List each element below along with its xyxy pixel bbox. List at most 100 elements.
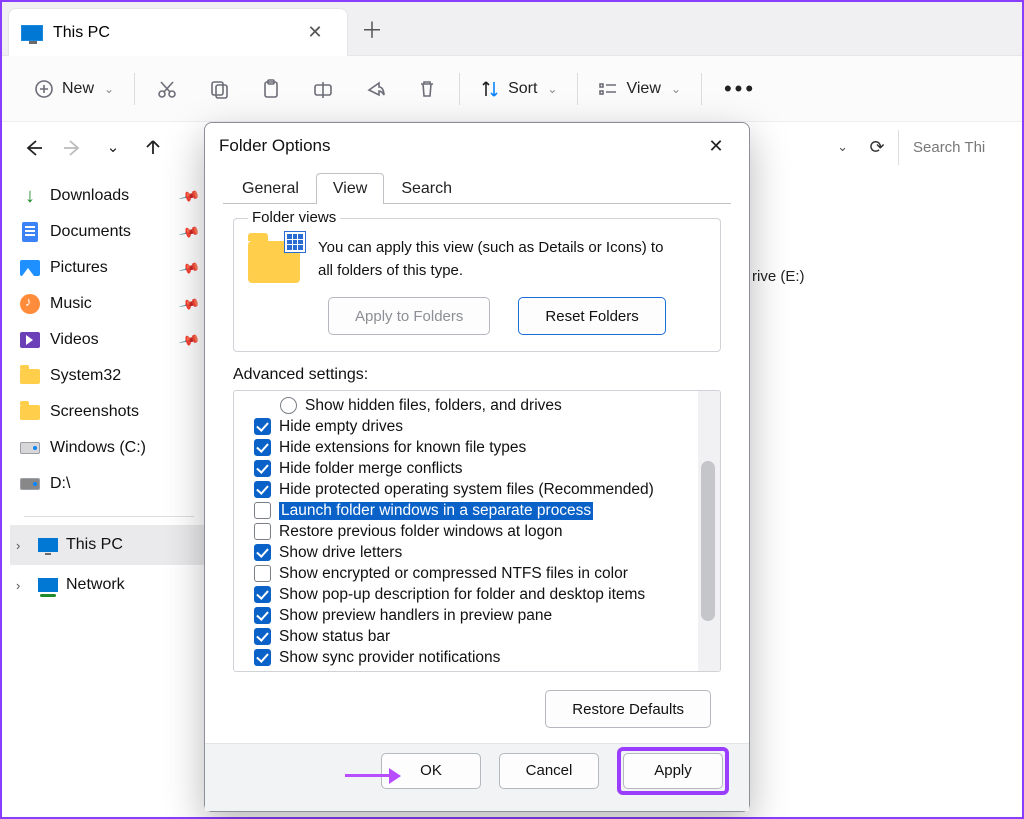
search-input[interactable]: Search Thi <box>898 130 1008 165</box>
advanced-setting-item[interactable]: Show hidden files, folders, and drives <box>254 395 694 416</box>
sidebar-item-system32[interactable]: System32 <box>10 358 212 394</box>
advanced-setting-item[interactable]: Show encrypted or compressed NTFS files … <box>254 563 694 584</box>
folder-options-dialog: Folder Options ✕ General View Search Fol… <box>204 122 750 812</box>
new-tab-button[interactable]: ＋ <box>348 2 396 55</box>
new-button[interactable]: New ⌄ <box>20 69 128 109</box>
advanced-setting-item[interactable]: Hide extensions for known file types <box>254 437 694 458</box>
title-bar: This PC ✕ ＋ <box>2 2 1022 56</box>
checkbox-icon[interactable] <box>254 649 271 666</box>
this-pc-icon <box>21 25 43 41</box>
sidebar-item-documents[interactable]: Documents📌 <box>10 214 212 250</box>
advanced-setting-label: Hide folder merge conflicts <box>279 460 463 478</box>
restore-defaults-button[interactable]: Restore Defaults <box>545 690 711 728</box>
cut-button[interactable] <box>141 69 193 109</box>
dialog-tabs: General View Search <box>205 169 749 203</box>
arrow-up-icon <box>144 138 162 156</box>
advanced-settings-list: Show hidden files, folders, and drivesHi… <box>233 390 721 672</box>
checkbox-icon[interactable] <box>254 460 271 477</box>
drive-e-label[interactable]: rive (E:) <box>752 268 805 285</box>
advanced-setting-item[interactable]: Show status bar <box>254 626 694 647</box>
checkbox-icon[interactable] <box>254 481 271 498</box>
advanced-setting-label: Show drive letters <box>279 544 402 562</box>
pictures-icon <box>20 258 40 278</box>
view-button[interactable]: View ⌄ <box>584 69 694 109</box>
scrollbar[interactable] <box>698 391 720 671</box>
tree-this-pc[interactable]: ›This PC <box>10 525 212 565</box>
document-icon <box>20 222 40 242</box>
tree-network[interactable]: ›Network <box>10 565 212 605</box>
scrollbar-thumb[interactable] <box>701 461 715 621</box>
drive-icon <box>20 474 40 494</box>
paste-button[interactable] <box>245 69 297 109</box>
tab-this-pc[interactable]: This PC ✕ <box>8 8 348 56</box>
music-icon <box>20 294 40 314</box>
sort-button[interactable]: Sort ⌄ <box>466 69 571 109</box>
share-icon <box>365 79 385 99</box>
folder-views-text: You can apply this view (such as Details… <box>318 237 706 283</box>
advanced-setting-item[interactable]: Show pop-up description for folder and d… <box>254 584 694 605</box>
sidebar-item-videos[interactable]: Videos📌 <box>10 322 212 358</box>
advanced-setting-item[interactable]: Show drive letters <box>254 542 694 563</box>
checkbox-icon[interactable] <box>254 502 271 519</box>
more-button[interactable]: ••• <box>708 69 772 109</box>
cancel-button[interactable]: Cancel <box>499 753 599 789</box>
arrow-left-icon <box>24 138 42 156</box>
tab-general[interactable]: General <box>225 173 316 204</box>
checkbox-icon[interactable] <box>254 628 271 645</box>
advanced-setting-item[interactable]: Hide protected operating system files (R… <box>254 479 694 500</box>
advanced-setting-item[interactable]: Show sync provider notifications <box>254 647 694 668</box>
refresh-button[interactable]: ⟳ <box>862 137 892 158</box>
advanced-settings-label: Advanced settings: <box>233 366 731 384</box>
sidebar-item-downloads[interactable]: ↓Downloads📌 <box>10 178 212 214</box>
forward-button[interactable] <box>56 130 90 164</box>
checkbox-icon[interactable] <box>254 418 271 435</box>
back-button[interactable] <box>16 130 50 164</box>
advanced-setting-label: Show pop-up description for folder and d… <box>279 586 645 604</box>
checkbox-icon[interactable] <box>254 565 271 582</box>
pin-icon: 📌 <box>177 328 201 351</box>
rename-button[interactable] <box>297 69 349 109</box>
advanced-setting-item[interactable]: Launch folder windows in a separate proc… <box>254 500 694 521</box>
tab-search[interactable]: Search <box>384 173 469 204</box>
reset-folders-button[interactable]: Reset Folders <box>518 297 665 335</box>
chevron-right-icon: › <box>16 538 30 553</box>
advanced-setting-item[interactable]: Show preview handlers in preview pane <box>254 605 694 626</box>
breadcrumb-chevron-icon[interactable]: ⌄ <box>837 139 848 155</box>
checkbox-icon[interactable] <box>254 544 271 561</box>
tab-title: This PC <box>53 24 289 42</box>
advanced-setting-item[interactable]: Hide folder merge conflicts <box>254 458 694 479</box>
trash-icon <box>417 79 437 99</box>
checkbox-icon[interactable] <box>254 439 271 456</box>
sidebar-item-pictures[interactable]: Pictures📌 <box>10 250 212 286</box>
checkbox-icon[interactable] <box>254 607 271 624</box>
checkbox-icon[interactable] <box>254 523 271 540</box>
command-bar: New ⌄ Sort ⌄ View ⌄ ••• <box>2 56 1022 122</box>
tab-close-icon[interactable]: ✕ <box>299 22 331 43</box>
advanced-setting-label: Restore previous folder windows at logon <box>279 523 562 541</box>
radio-icon[interactable] <box>280 397 297 414</box>
tab-view[interactable]: View <box>316 173 384 204</box>
apply-button[interactable]: Apply <box>623 753 723 789</box>
advanced-setting-item[interactable]: Hide empty drives <box>254 416 694 437</box>
sidebar-item-screenshots[interactable]: Screenshots <box>10 394 212 430</box>
advanced-setting-item[interactable]: Restore previous folder windows at logon <box>254 521 694 542</box>
arrow-right-icon <box>64 138 82 156</box>
dialog-close-button[interactable]: ✕ <box>697 127 735 165</box>
advanced-setting-label: Show encrypted or compressed NTFS files … <box>279 565 628 583</box>
pin-icon: 📌 <box>177 220 201 243</box>
recent-button[interactable]: ⌄ <box>96 130 130 164</box>
copy-button[interactable] <box>193 69 245 109</box>
sidebar-item-windows-c[interactable]: Windows (C:) <box>10 430 212 466</box>
advanced-setting-label: Launch folder windows in a separate proc… <box>279 502 593 520</box>
sidebar-item-music[interactable]: Music📌 <box>10 286 212 322</box>
checkbox-icon[interactable] <box>254 586 271 603</box>
delete-button[interactable] <box>401 69 453 109</box>
pin-icon: 📌 <box>177 184 201 207</box>
download-icon: ↓ <box>20 186 40 206</box>
share-button[interactable] <box>349 69 401 109</box>
folder-views-group: Folder views You can apply this view (su… <box>233 218 721 352</box>
sidebar-item-d[interactable]: D:\ <box>10 466 212 502</box>
folder-views-legend: Folder views <box>248 209 340 226</box>
nav-pane: ↓Downloads📌 Documents📌 Pictures📌 Music📌 … <box>2 172 212 817</box>
up-button[interactable] <box>136 130 170 164</box>
